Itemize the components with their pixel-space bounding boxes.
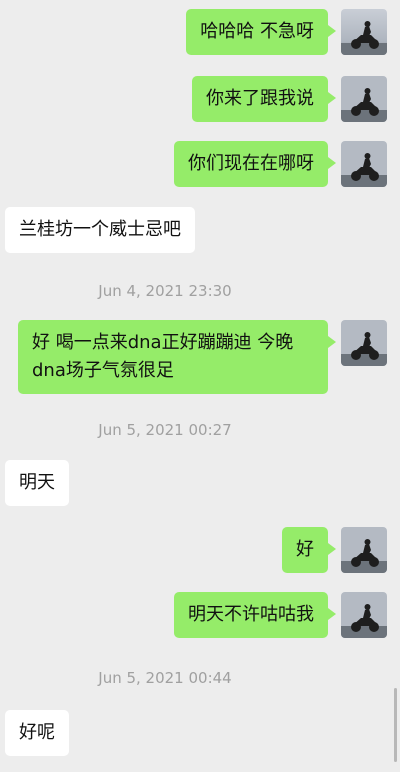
message-bubble-sent[interactable]: 好 [282, 527, 336, 573]
motorcycle-rider-avatar-icon [341, 9, 387, 55]
message-bubble-sent[interactable]: 好 喝一点来dna正好蹦蹦迪 今晚 dna场子气氛很足 [18, 320, 336, 394]
user-avatar[interactable] [341, 320, 387, 366]
message-bubble-received[interactable]: 明天 [5, 460, 69, 506]
motorcycle-rider-avatar-icon [341, 76, 387, 122]
user-avatar[interactable] [341, 527, 387, 573]
user-avatar[interactable] [341, 76, 387, 122]
message-bubble-received[interactable]: 好呢 [5, 710, 69, 756]
timestamp: Jun 5, 2021 00:44 [98, 669, 232, 687]
motorcycle-rider-avatar-icon [341, 320, 387, 366]
message-bubble-sent[interactable]: 明天不许咕咕我 [174, 592, 336, 638]
motorcycle-rider-avatar-icon [341, 592, 387, 638]
timestamp: Jun 4, 2021 23:30 [98, 282, 232, 300]
message-bubble-sent[interactable]: 哈哈哈 不急呀 [186, 9, 336, 55]
motorcycle-rider-avatar-icon [341, 527, 387, 573]
user-avatar[interactable] [341, 9, 387, 55]
timestamp: Jun 5, 2021 00:27 [98, 421, 232, 439]
message-bubble-sent[interactable]: 你们现在在哪呀 [174, 141, 336, 187]
scrollbar[interactable] [394, 688, 397, 762]
message-bubble-sent[interactable]: 你来了跟我说 [192, 76, 336, 122]
motorcycle-rider-avatar-icon [341, 141, 387, 187]
user-avatar[interactable] [341, 592, 387, 638]
message-bubble-received[interactable]: 兰桂坊一个威士忌吧 [5, 207, 195, 253]
user-avatar[interactable] [341, 141, 387, 187]
chat-message-list[interactable]: 哈哈哈 不急呀 你来了跟我说 你们现在在哪呀 兰桂坊一个威士忌吧 Jun 4, … [0, 0, 400, 772]
